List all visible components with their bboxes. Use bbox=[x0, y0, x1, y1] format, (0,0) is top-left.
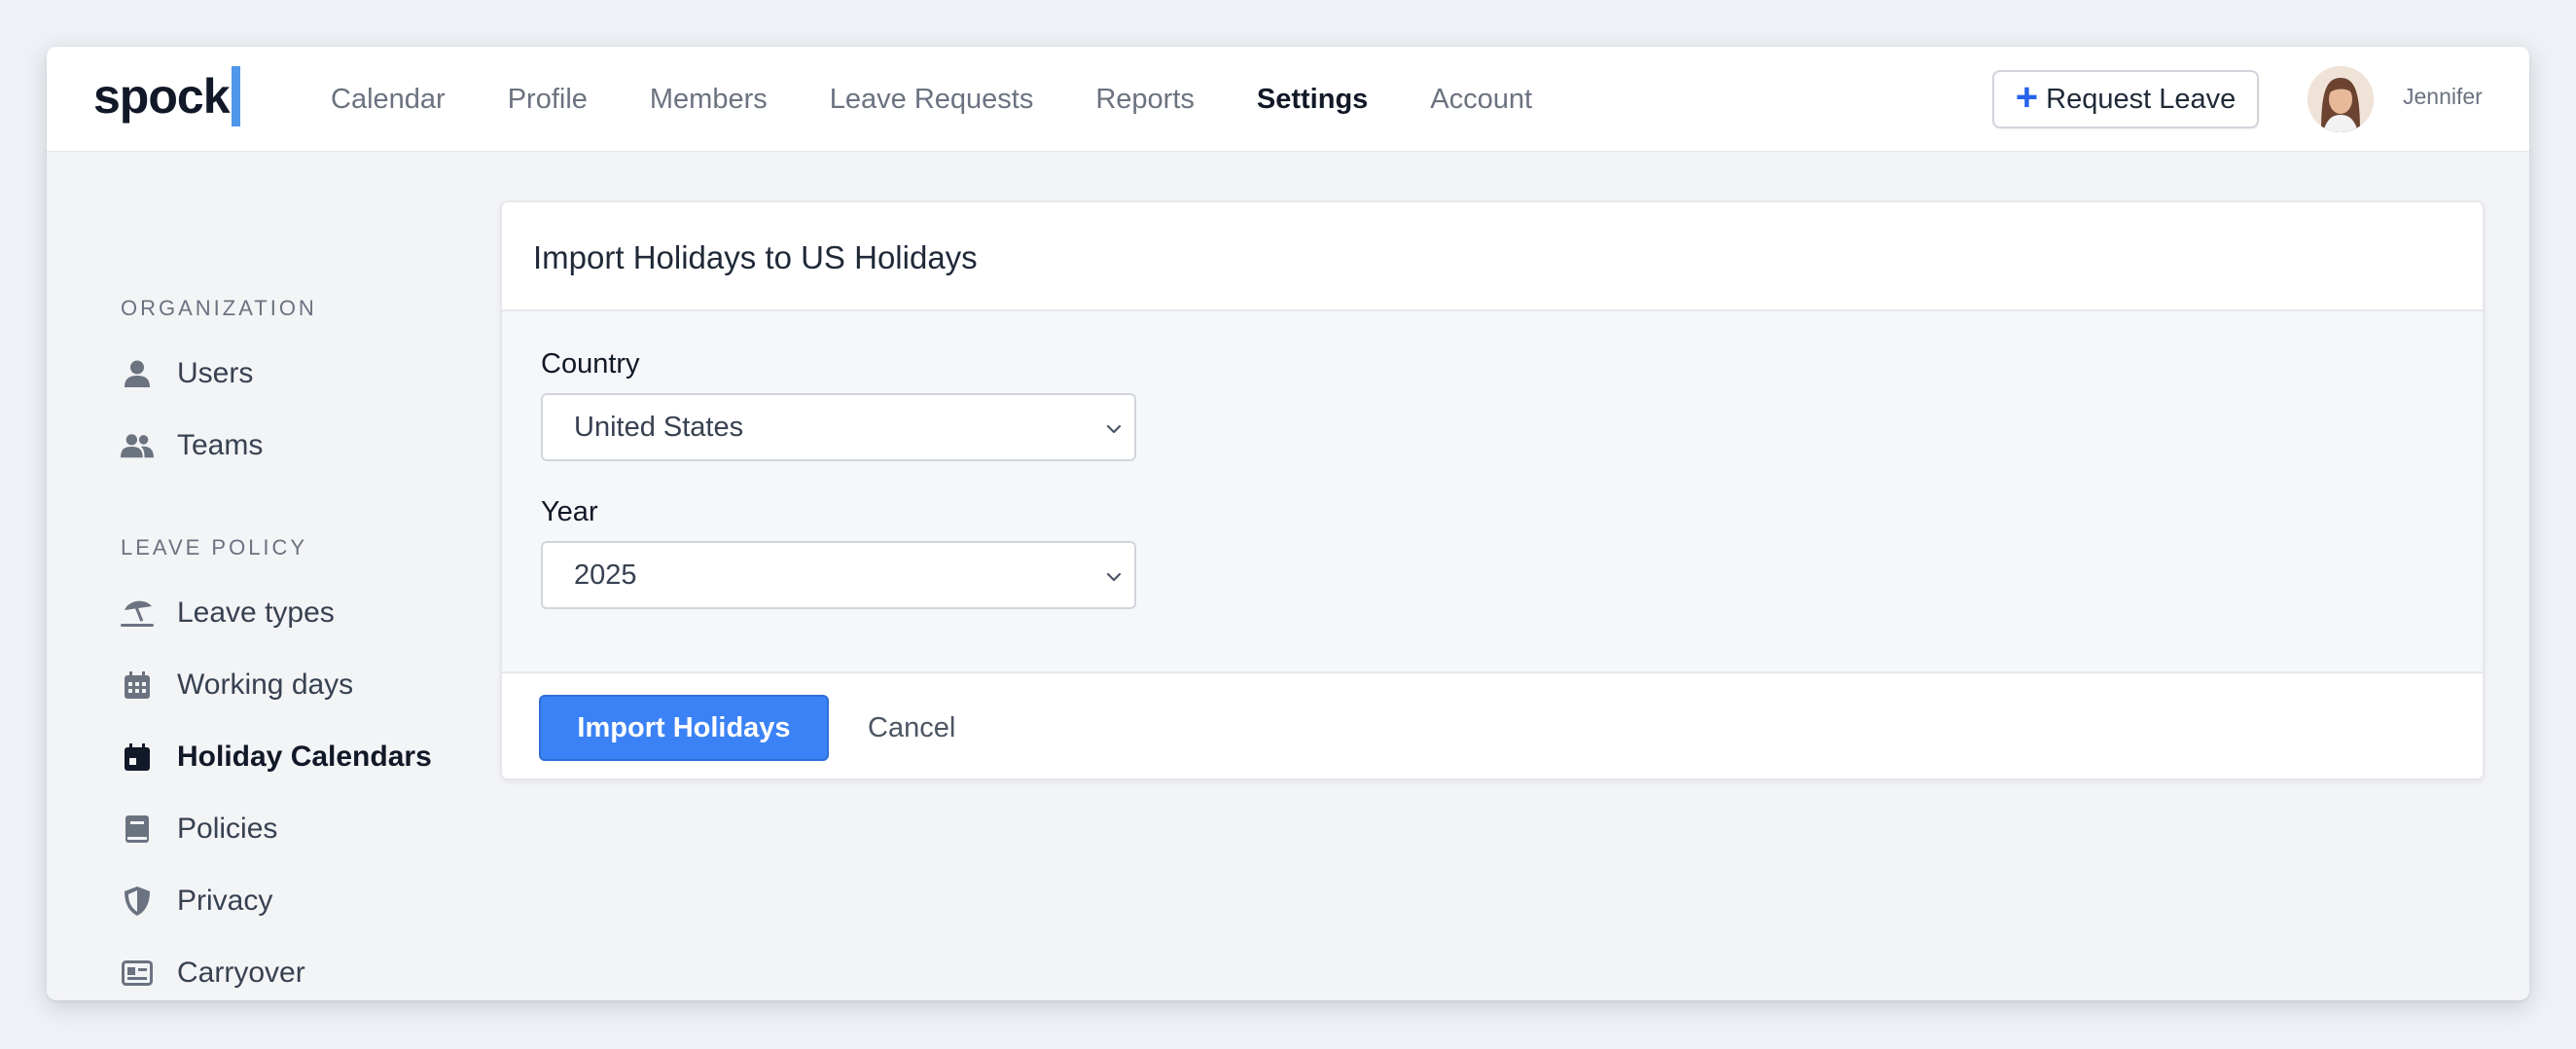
sidebar-item-teams[interactable]: Teams bbox=[121, 424, 263, 467]
beach-umbrella-icon bbox=[121, 597, 154, 630]
logo-cursor-bar bbox=[231, 66, 240, 127]
organization-heading: ORGANIZATION bbox=[121, 296, 317, 320]
year-value: 2025 bbox=[574, 559, 637, 591]
plus-icon: + bbox=[2015, 76, 2039, 119]
year-select[interactable]: 2025 bbox=[541, 541, 1136, 609]
sidebar-item-label: Holiday Calendars bbox=[177, 741, 432, 773]
import-holidays-panel: Import Holidays to US Holidays Country U… bbox=[500, 200, 2485, 780]
sidebar-item-label: Users bbox=[177, 357, 254, 389]
nav-members[interactable]: Members bbox=[650, 84, 768, 116]
country-value: United States bbox=[574, 411, 744, 443]
year-label: Year bbox=[541, 496, 598, 527]
shield-icon bbox=[121, 885, 154, 918]
users-icon bbox=[121, 429, 154, 462]
panel-footer: Import Holidays Cancel bbox=[502, 671, 2483, 778]
user-icon bbox=[121, 357, 154, 390]
panel-title: Import Holidays to US Holidays bbox=[533, 239, 978, 275]
sidebar-item-privacy[interactable]: Privacy bbox=[121, 880, 272, 922]
nav-profile[interactable]: Profile bbox=[508, 84, 588, 116]
sidebar-item-holiday-calendars[interactable]: Holiday Calendars bbox=[121, 736, 432, 778]
nav-reports[interactable]: Reports bbox=[1095, 84, 1195, 116]
sidebar-item-users[interactable]: Users bbox=[121, 352, 253, 395]
sidebar-item-label: Carryover bbox=[177, 957, 305, 989]
sidebar-item-label: Leave types bbox=[177, 597, 335, 629]
avatar-image bbox=[2308, 66, 2374, 132]
panel-header: Import Holidays to US Holidays bbox=[502, 202, 2483, 311]
country-select[interactable]: United States bbox=[541, 393, 1136, 461]
sidebar-item-label: Working days bbox=[177, 669, 354, 701]
sidebar-item-label: Privacy bbox=[177, 885, 273, 917]
chevron-down-icon bbox=[1106, 424, 1122, 434]
app-window: spock Calendar Profile Members Leave Req… bbox=[47, 47, 2529, 1000]
top-navigation-bar: spock Calendar Profile Members Leave Req… bbox=[47, 47, 2529, 152]
sidebar-item-working-days[interactable]: Working days bbox=[121, 664, 353, 706]
sidebar-item-carryover[interactable]: Carryover bbox=[121, 952, 305, 995]
calendar-day-icon bbox=[121, 741, 154, 774]
sidebar-item-label: Teams bbox=[177, 429, 264, 461]
sidebar-item-policies[interactable]: Policies bbox=[121, 808, 277, 850]
logo-text: spock bbox=[93, 69, 231, 124]
nav-settings[interactable]: Settings bbox=[1257, 84, 1368, 116]
request-leave-label: Request Leave bbox=[2046, 83, 2236, 115]
user-name[interactable]: Jennifer bbox=[2403, 84, 2483, 110]
nav-calendar[interactable]: Calendar bbox=[331, 84, 446, 116]
book-icon bbox=[121, 813, 154, 846]
avatar[interactable] bbox=[2308, 66, 2374, 132]
request-leave-button[interactable]: + Request Leave bbox=[1992, 70, 2259, 128]
country-label: Country bbox=[541, 348, 640, 380]
import-holidays-button[interactable]: Import Holidays bbox=[539, 695, 829, 761]
spock-logo[interactable]: spock bbox=[93, 66, 240, 127]
sidebar-item-leave-types[interactable]: Leave types bbox=[121, 592, 335, 634]
id-card-icon bbox=[121, 957, 154, 990]
sidebar-item-label: Policies bbox=[177, 813, 278, 845]
nav-account[interactable]: Account bbox=[1430, 84, 1532, 116]
cancel-button[interactable]: Cancel bbox=[868, 712, 955, 744]
calendar-grid-icon bbox=[121, 669, 154, 702]
nav-leave-requests[interactable]: Leave Requests bbox=[830, 84, 1034, 116]
main-nav: Calendar Profile Members Leave Requests … bbox=[331, 47, 1594, 152]
leave-policy-heading: LEAVE POLICY bbox=[121, 535, 308, 560]
chevron-down-icon bbox=[1106, 572, 1122, 582]
